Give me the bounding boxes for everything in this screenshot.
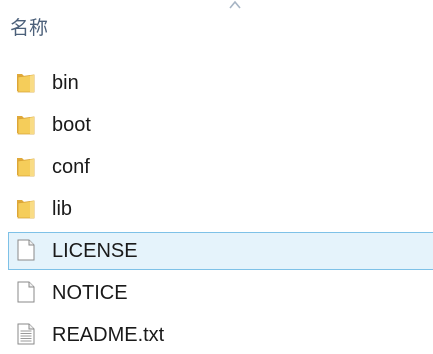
sort-ascending-icon: [229, 0, 241, 9]
file-name: NOTICE: [52, 282, 128, 304]
folder-icon: [17, 74, 35, 93]
folder-icon: [17, 158, 35, 177]
file-name: boot: [52, 114, 91, 136]
file-icon: [17, 239, 35, 261]
folder-icon: [17, 200, 35, 219]
list-item-readme[interactable]: README.txt: [8, 316, 433, 354]
file-name: bin: [52, 72, 79, 94]
file-name: lib: [52, 198, 73, 220]
text-file-icon: [17, 323, 35, 345]
file-name: LICENSE: [52, 240, 138, 262]
list-item-boot[interactable]: boot: [8, 106, 433, 144]
file-name: README.txt: [52, 324, 165, 346]
list-item-conf[interactable]: conf: [8, 148, 433, 186]
name-column-label: 名称: [10, 17, 49, 39]
list-item-notice[interactable]: NOTICE: [8, 274, 433, 312]
file-name: conf: [52, 156, 90, 178]
list-item-license[interactable]: LICENSE: [8, 232, 433, 270]
folder-icon: [17, 116, 35, 135]
list-item-bin[interactable]: bin: [8, 64, 433, 102]
file-icon: [17, 281, 35, 303]
name-column-header[interactable]: 名称: [0, 0, 433, 58]
list-item-lib[interactable]: lib: [8, 190, 433, 228]
